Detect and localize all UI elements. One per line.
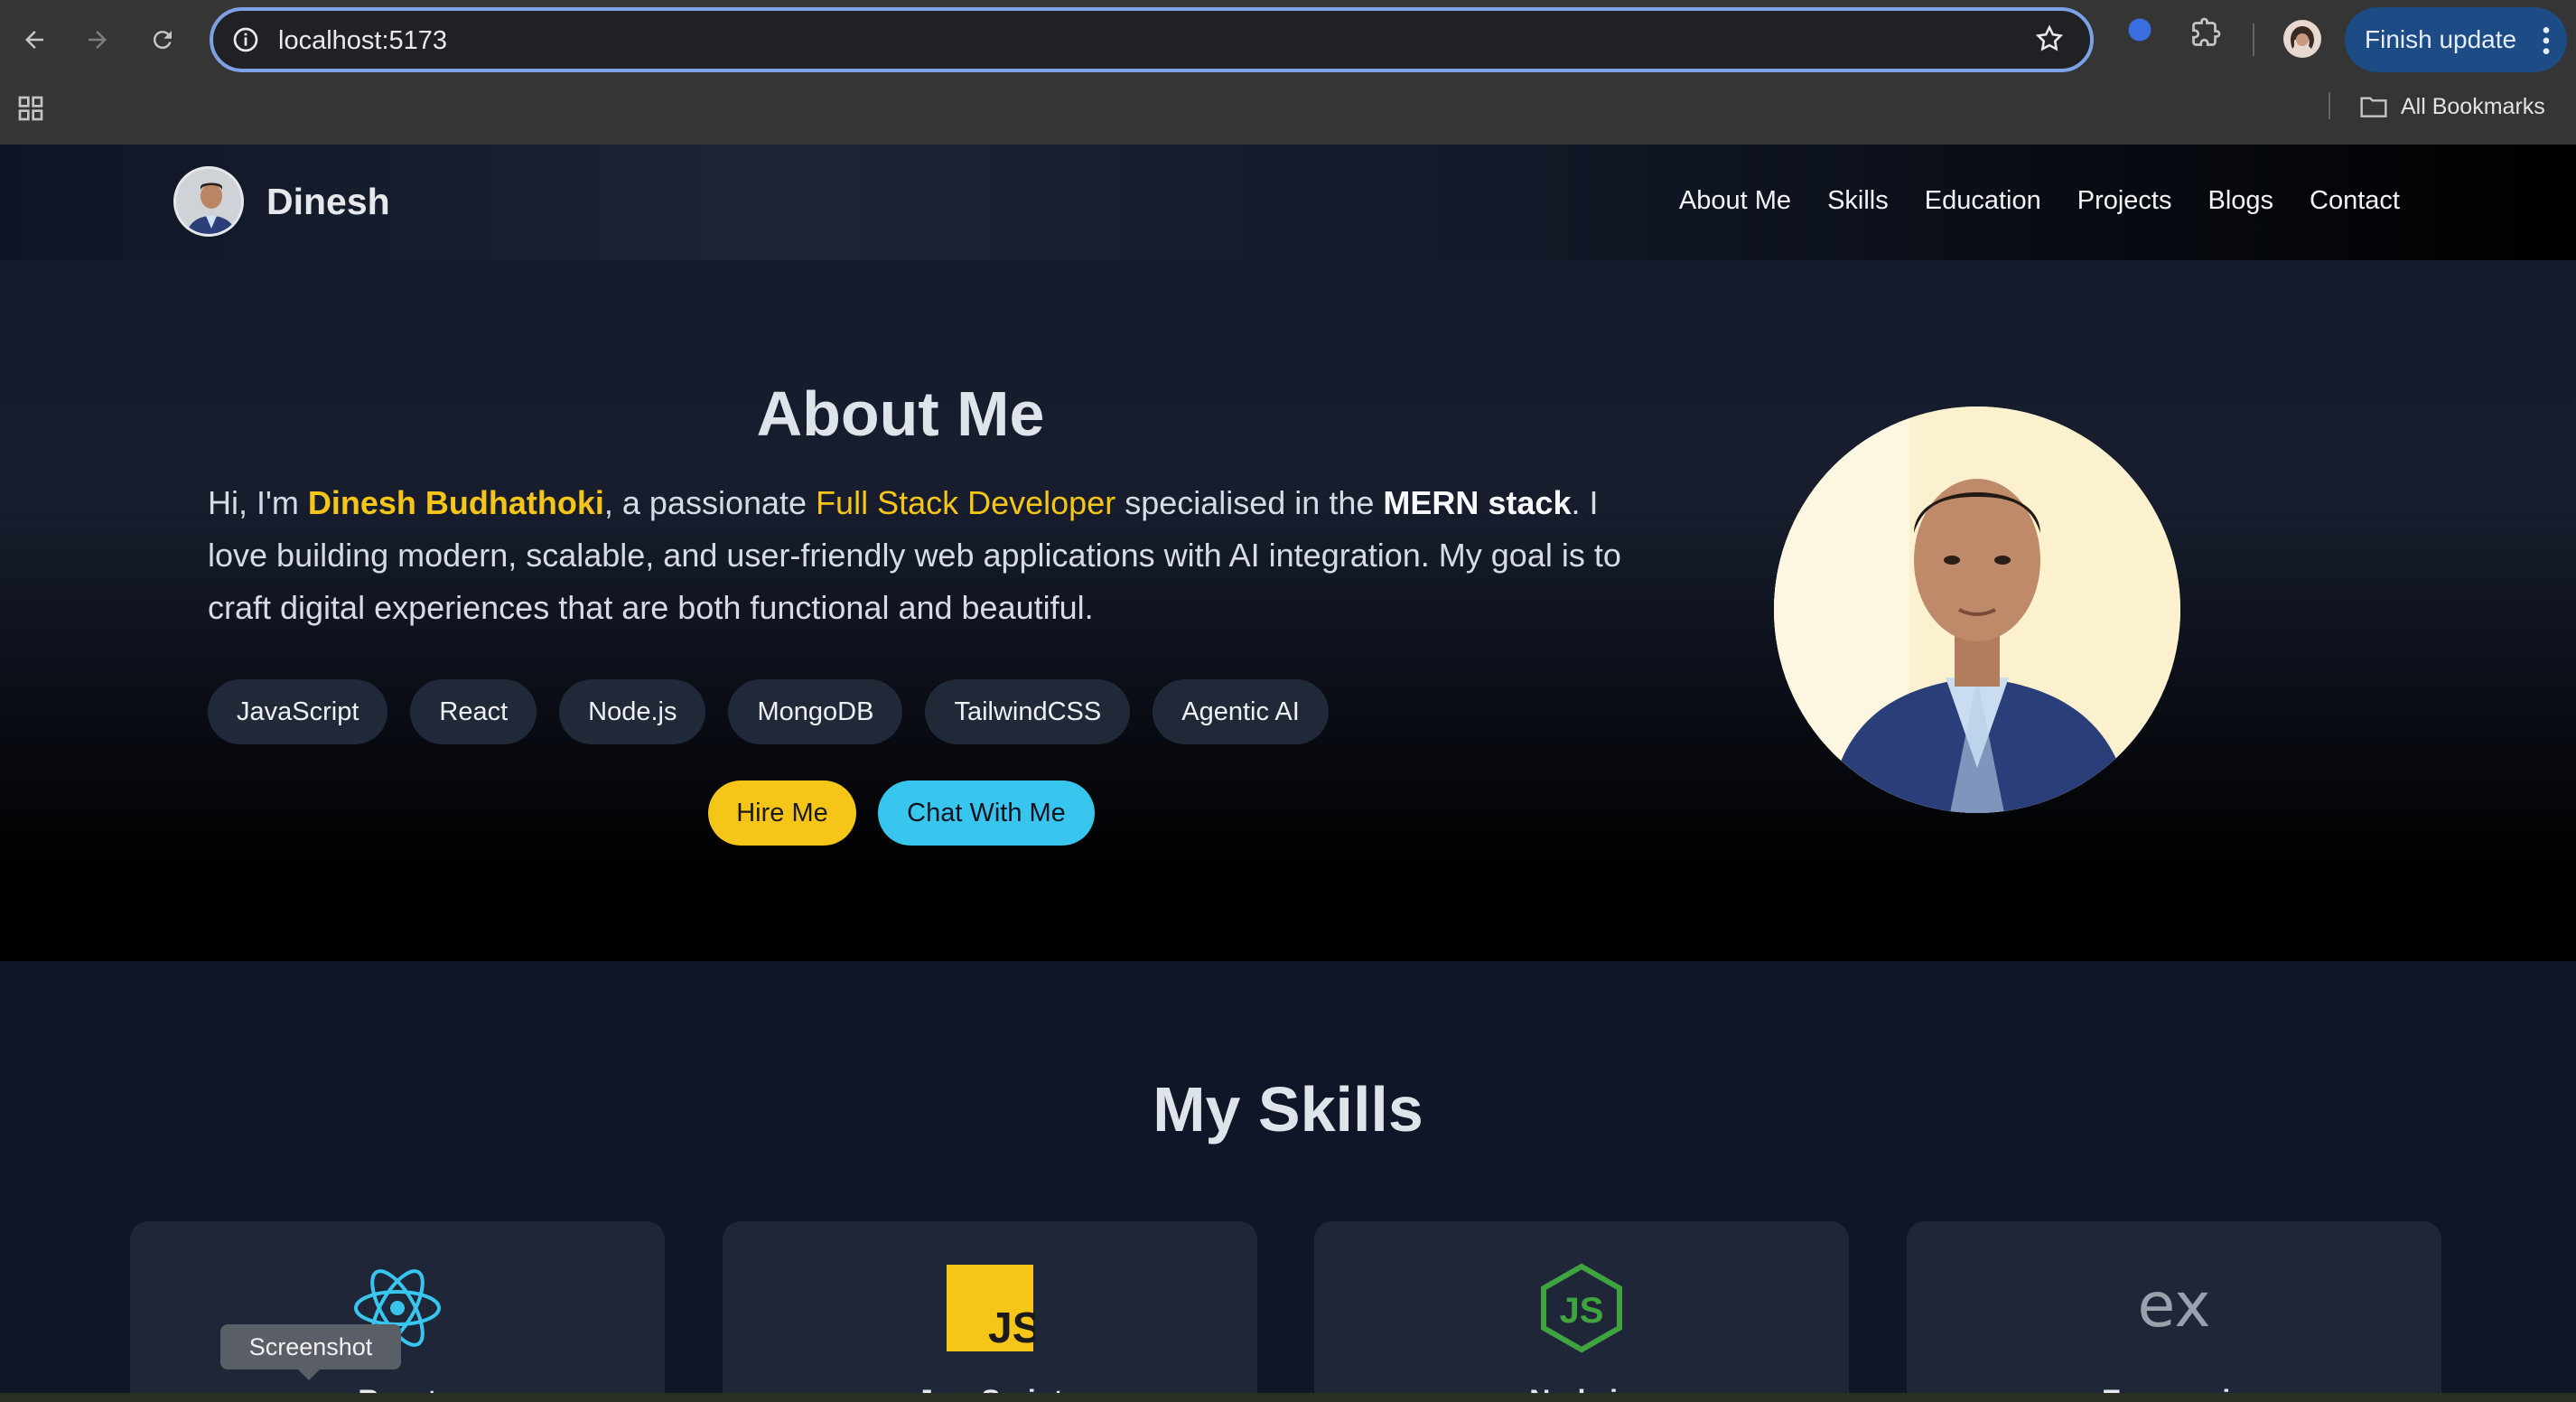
about-title: About Me xyxy=(756,379,1045,449)
stack-text: MERN stack xyxy=(1383,484,1572,521)
back-button[interactable] xyxy=(9,13,60,67)
folder-icon xyxy=(2360,97,2387,117)
svg-text:ex: ex xyxy=(2138,1270,2211,1341)
all-bookmarks-label: All Bookmarks xyxy=(2401,93,2545,119)
nav-skills[interactable]: Skills xyxy=(1827,186,1889,216)
tech-tags: JavaScript React Node.js MongoDB Tailwin… xyxy=(208,679,1329,744)
tag-javascript: JavaScript xyxy=(208,679,388,744)
skill-card-react[interactable]: React xyxy=(130,1221,665,1402)
site-nav: About Me Skills Education Projects Blogs… xyxy=(1679,186,2400,216)
extensions-puzzle-icon[interactable] xyxy=(2189,16,2222,53)
tooltip-arrow xyxy=(298,1369,320,1380)
nav-education[interactable]: Education xyxy=(1925,186,2041,216)
site-name[interactable]: Dinesh xyxy=(266,181,390,223)
logo-avatar[interactable] xyxy=(173,166,244,237)
bookmark-star-icon[interactable] xyxy=(2034,23,2065,59)
reload-icon xyxy=(153,31,172,50)
apps-grid-icon[interactable] xyxy=(16,94,45,127)
profile-photo xyxy=(1774,407,2180,813)
tag-nodejs: Node.js xyxy=(559,679,706,744)
tag-tailwindcss: TailwindCSS xyxy=(925,679,1131,744)
tag-agentic-ai: Agentic AI xyxy=(1153,679,1329,744)
toolbar-divider xyxy=(2253,23,2254,56)
skill-card-nodejs[interactable]: JS Node.js xyxy=(1314,1221,1849,1402)
web-page: Dinesh About Me Skills Education Project… xyxy=(0,145,2576,1402)
javascript-icon: JS xyxy=(945,1263,1041,1353)
finish-update-label: Finish update xyxy=(2365,25,2517,53)
about-section: About Me Hi, I'm Dinesh Budhathoki, a pa… xyxy=(0,260,2576,961)
intro-mid-2: specialised in the xyxy=(1115,484,1384,521)
bottom-strip xyxy=(0,1393,2576,1402)
nav-contact[interactable]: Contact xyxy=(2310,186,2400,216)
site-info-icon[interactable] xyxy=(231,25,260,59)
hire-me-button[interactable]: Hire Me xyxy=(708,780,856,846)
nav-about-me[interactable]: About Me xyxy=(1679,186,1791,216)
intro-mid-1: , a passionate xyxy=(603,484,817,521)
skill-card-express[interactable]: ex Express.js xyxy=(1907,1221,2441,1402)
profile-avatar[interactable] xyxy=(2283,20,2321,62)
svg-text:JS: JS xyxy=(1560,1291,1604,1331)
browser-toolbar: localhost:5173 Finish update All Bookmar… xyxy=(0,0,2576,145)
role-text: Full Stack Developer xyxy=(816,484,1116,521)
express-icon: ex xyxy=(2129,1263,2219,1353)
author-name: Dinesh Budhathoki xyxy=(307,484,604,521)
tag-react: React xyxy=(410,679,537,744)
all-bookmarks-button[interactable]: All Bookmarks xyxy=(2359,87,2545,126)
nodejs-icon: JS xyxy=(1536,1263,1627,1353)
chat-with-me-button[interactable]: Chat With Me xyxy=(878,780,1095,846)
skill-card-javascript[interactable]: JS JavaScript xyxy=(723,1221,1257,1402)
forward-button[interactable] xyxy=(72,13,123,67)
arrow-right-icon xyxy=(89,31,107,49)
screenshot-tooltip: Screenshot xyxy=(220,1324,401,1369)
nav-blogs[interactable]: Blogs xyxy=(2208,186,2274,216)
about-paragraph: Hi, I'm Dinesh Budhathoki, a passionate … xyxy=(208,477,1635,634)
bookmarks-bar: All Bookmarks xyxy=(0,81,2576,145)
tag-mongodb: MongoDB xyxy=(728,679,903,744)
intro-prefix: Hi, I'm xyxy=(208,484,308,521)
nav-projects[interactable]: Projects xyxy=(2077,186,2172,216)
finish-update-button[interactable]: Finish update xyxy=(2345,7,2567,72)
kebab-menu-icon[interactable] xyxy=(2542,25,2551,62)
bookmarks-divider xyxy=(2329,92,2330,119)
address-bar[interactable]: localhost:5173 xyxy=(210,7,2094,72)
site-header: Dinesh About Me Skills Education Project… xyxy=(0,145,2576,260)
url-text: localhost:5173 xyxy=(278,26,448,55)
arrow-left-icon xyxy=(25,31,43,49)
reload-button[interactable] xyxy=(137,13,188,67)
skills-title: My Skills xyxy=(1153,1074,1423,1145)
extension-circle-icon[interactable] xyxy=(2126,16,2153,48)
svg-text:JS: JS xyxy=(988,1304,1035,1352)
